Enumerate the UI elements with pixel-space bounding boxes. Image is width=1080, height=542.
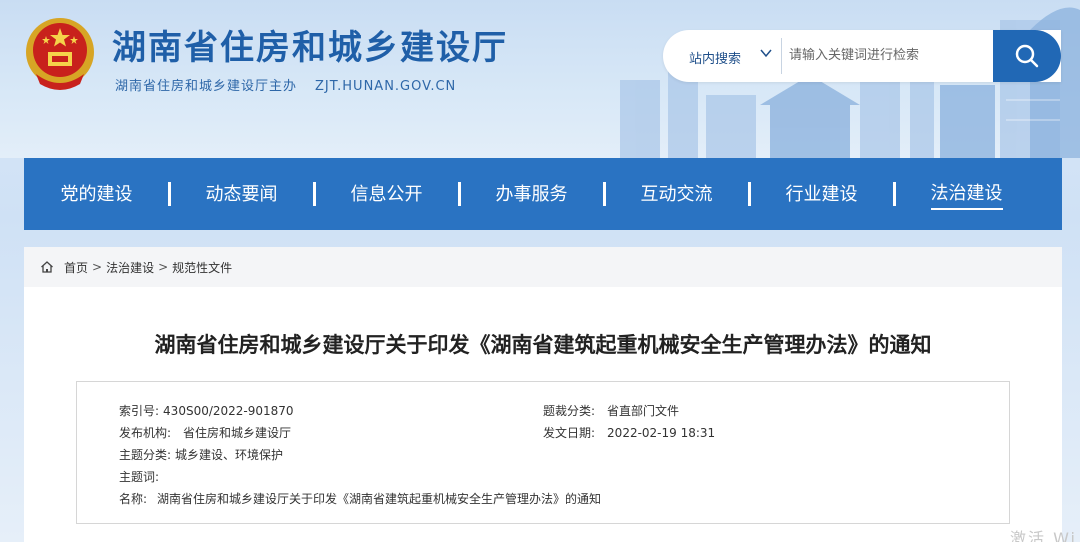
search-scope-select[interactable]: 站内搜索 xyxy=(689,48,741,67)
host-organization: 湖南省住房和城乡建设厅主办 xyxy=(115,79,298,94)
meta-date: 发文日期: 2022-02-19 18:31 xyxy=(543,426,716,440)
nav-item-news[interactable]: 动态要闻 xyxy=(169,158,316,230)
home-icon xyxy=(41,261,53,273)
meta-category: 题裁分类: 省直部门文件 xyxy=(543,404,680,418)
activation-watermark: 激活 Wi xyxy=(1010,529,1078,542)
nav-item-interaction[interactable]: 互动交流 xyxy=(604,158,751,230)
meta-topic: 主题分类: 城乡建设、环境保护 xyxy=(119,448,284,462)
meta-keywords: 主题词: xyxy=(119,470,160,484)
nav-item-services[interactable]: 办事服务 xyxy=(459,158,606,230)
search-button[interactable] xyxy=(993,30,1061,82)
site-domain: ZJT.HUNAN.GOV.CN xyxy=(315,79,457,94)
nav-item-industry[interactable]: 行业建设 xyxy=(749,158,896,230)
meta-index: 索引号: 430S00/2022-901870 xyxy=(119,404,294,418)
nav-item-party-building[interactable]: 党的建设 xyxy=(24,158,171,230)
breadcrumb: 首页 > 法治建设 > 规范性文件 xyxy=(24,247,1062,287)
nav-item-info-disclosure[interactable]: 信息公开 xyxy=(314,158,461,230)
chevron-down-icon[interactable] xyxy=(759,46,773,60)
search-icon xyxy=(1015,44,1039,68)
meta-publisher: 发布机构: 省住房和城乡建设厅 xyxy=(119,426,292,440)
document-meta: 索引号: 430S00/2022-901870 题裁分类: 省直部门文件 发布机构:… xyxy=(76,381,1010,524)
breadcrumb-separator: > xyxy=(92,260,103,274)
article-content: 湖南省住房和城乡建设厅关于印发《湖南省建筑起重机械安全生产管理办法》的通知 索引… xyxy=(24,287,1062,542)
site-header: 湖南省住房和城乡建设厅 湖南省住房和城乡建设厅主办 ZJT.HUNAN.GOV.C… xyxy=(0,0,1080,158)
search-box: 站内搜索 xyxy=(663,30,1061,82)
nav-item-rule-of-law[interactable]: 法治建设 xyxy=(894,158,1039,230)
site-subtitle: 湖南省住房和城乡建设厅主办 ZJT.HUNAN.GOV.CN xyxy=(115,75,456,94)
search-divider xyxy=(781,38,782,74)
breadcrumb-home[interactable]: 首页 xyxy=(64,259,88,276)
meta-name: 名称: 湖南省住房和城乡建设厅关于印发《湖南省建筑起重机械安全生产管理办法》的通知 xyxy=(119,492,602,506)
document-title: 湖南省住房和城乡建设厅关于印发《湖南省建筑起重机械安全生产管理办法》的通知 xyxy=(154,333,932,357)
main-nav: 党的建设 动态要闻 信息公开 办事服务 互动交流 行业建设 法治建设 xyxy=(24,158,1062,230)
search-input[interactable] xyxy=(789,40,989,70)
national-emblem-icon xyxy=(26,18,94,90)
site-title: 湖南省住房和城乡建设厅 xyxy=(112,28,508,68)
breadcrumb-normative-docs[interactable]: 规范性文件 xyxy=(172,259,232,276)
breadcrumb-separator: > xyxy=(158,260,169,274)
breadcrumb-rule-of-law[interactable]: 法治建设 xyxy=(106,259,154,276)
